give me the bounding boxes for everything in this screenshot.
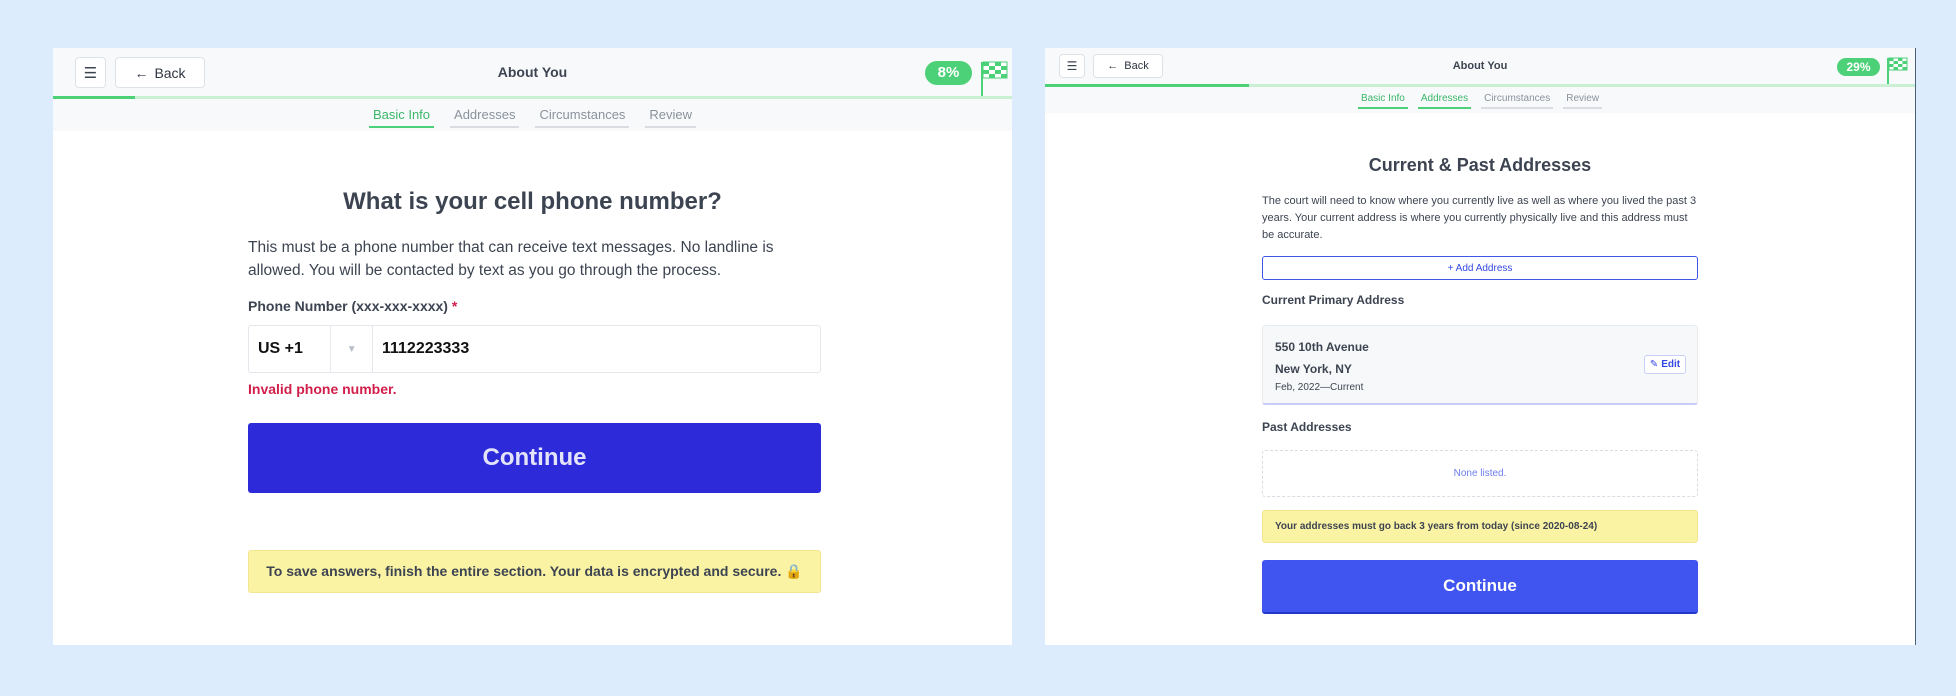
tab-review[interactable]: Review (645, 107, 697, 128)
phone-error-message: Invalid phone number. (248, 381, 397, 397)
country-code-value: US +1 (258, 340, 303, 357)
past-addresses-label: Past Addresses (1262, 420, 1352, 434)
page-title: About You (497, 64, 568, 80)
top-header: ☰ ← Back About You 8% (53, 48, 1012, 96)
address-line-2: New York, NY (1275, 362, 1352, 376)
question-description: This must be a phone number that can rec… (248, 239, 774, 279)
tab-circumstances[interactable]: Circumstances (535, 107, 630, 128)
address-line-1: 550 10th Avenue (1275, 340, 1369, 354)
edit-label: Edit (1661, 359, 1681, 370)
required-mark: * (451, 298, 458, 314)
add-address-button[interactable]: + Add Address (1262, 256, 1698, 280)
tab-basic-info[interactable]: Basic Info (1357, 93, 1408, 109)
progress-percent-badge: 8% (925, 61, 972, 85)
question-heading: What is your cell phone number? (343, 188, 722, 215)
current-address-card: 550 10th Avenue New York, NY Feb, 2022—C… (1262, 325, 1698, 405)
section-tabs: Basic Info Addresses Circumstances Revie… (1045, 93, 1915, 109)
pencil-icon: ✎ (1649, 359, 1659, 370)
continue-button[interactable]: Continue (248, 423, 821, 493)
chevron-down-icon: ▼ (330, 326, 372, 372)
field-label-text: Phone Number (xxx-xxx-xxxx) (248, 298, 448, 314)
addresses-screen: ☰ ← Back About You 29% Basic Info Addres… (1045, 48, 1916, 645)
save-notice: To save answers, finish the entire secti… (248, 550, 821, 593)
checkered-flag-icon (981, 61, 1008, 96)
progress-percent-badge: 29% (1837, 58, 1880, 76)
address-dates: Feb, 2022—Current (1275, 382, 1364, 393)
phone-field: US +1 ▼ (248, 325, 821, 373)
section-tabs: Basic Info Addresses Circumstances Revie… (53, 107, 1012, 128)
current-address-label: Current Primary Address (1262, 293, 1405, 307)
addresses-heading: Current & Past Addresses (1368, 155, 1592, 175)
phone-input[interactable] (373, 326, 820, 372)
tab-basic-info[interactable]: Basic Info (368, 107, 435, 128)
section-tabs-bar: Basic Info Addresses Circumstances Revie… (1045, 87, 1915, 113)
tab-addresses[interactable]: Addresses (450, 107, 520, 128)
continue-button[interactable]: Continue (1262, 560, 1698, 614)
edit-address-button[interactable]: ✎ Edit (1644, 355, 1686, 374)
tab-addresses[interactable]: Addresses (1417, 93, 1472, 109)
past-addresses-empty: None listed. (1262, 450, 1698, 497)
section-tabs-bar: Basic Info Addresses Circumstances Revie… (53, 99, 1012, 131)
addresses-description: The court will need to know where you cu… (1262, 195, 1697, 241)
tab-review[interactable]: Review (1563, 93, 1603, 109)
page-title: About You (1452, 60, 1508, 72)
phone-field-label: Phone Number (xxx-xxx-xxxx) * (248, 298, 457, 314)
tab-circumstances[interactable]: Circumstances (1481, 93, 1554, 109)
country-code-select[interactable]: US +1 ▼ (249, 326, 373, 372)
checkered-flag-icon (1887, 57, 1908, 85)
top-header: ☰ ← Back About You 29% (1045, 48, 1915, 85)
address-history-notice: Your addresses must go back 3 years from… (1262, 510, 1698, 543)
basic-info-screen: ☰ ← Back About You 8% Basic Info Address… (53, 48, 1012, 645)
